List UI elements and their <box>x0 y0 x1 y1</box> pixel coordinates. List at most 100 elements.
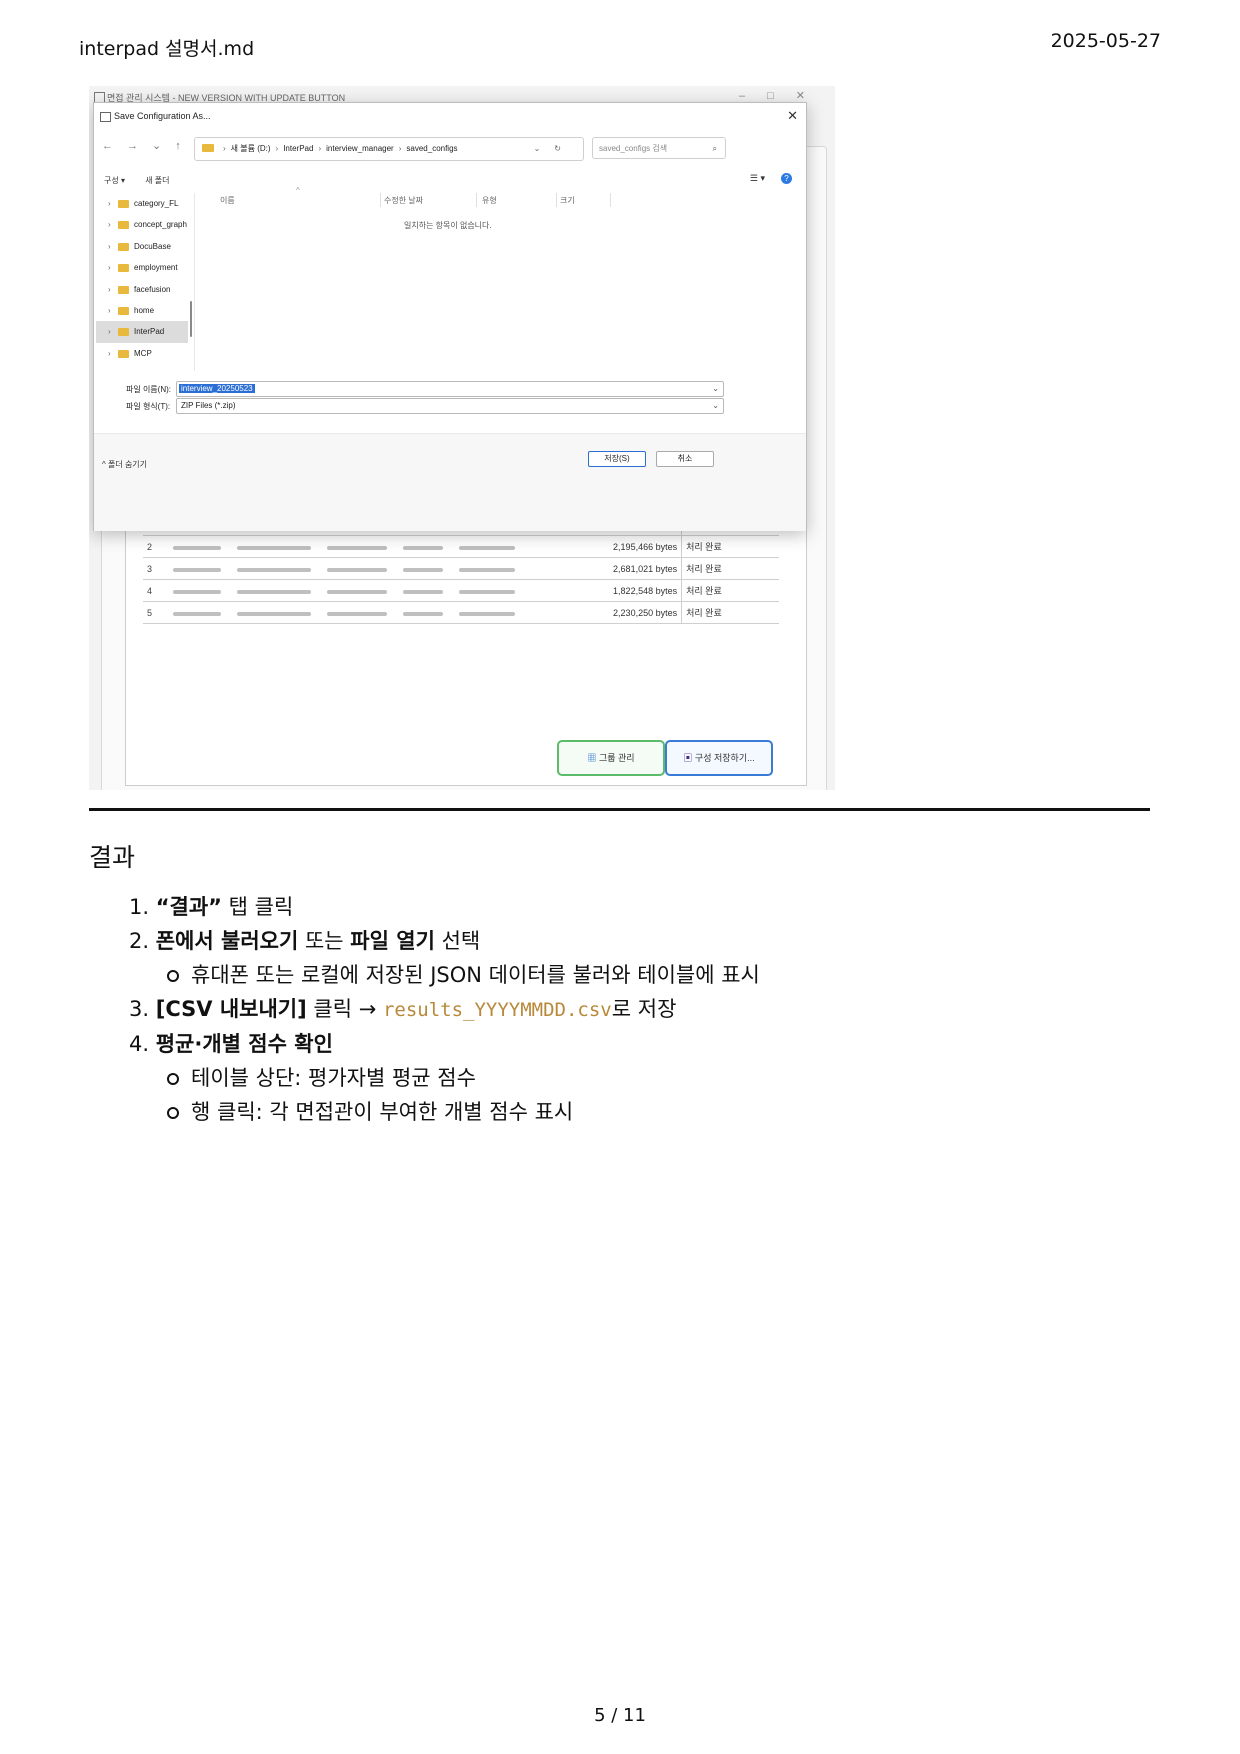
tree-item[interactable]: › concept_graph <box>96 214 188 235</box>
chevron-right-icon[interactable]: › <box>108 343 111 364</box>
filename-input[interactable]: interview_20250523 ⌄ <box>176 381 724 397</box>
cancel-button[interactable]: 취소 <box>656 451 714 467</box>
table-row[interactable]: 5 2,230,250 bytes 처리 완료 <box>143 601 779 624</box>
step-text: 선택 <box>434 929 481 953</box>
chart-icon: ▦ <box>587 753 597 763</box>
row-number: 2 <box>143 535 169 558</box>
bullet-icon <box>167 1107 179 1119</box>
table-row[interactable]: 4 1,822,548 bytes 처리 완료 <box>143 579 779 602</box>
col-type[interactable]: 유형 <box>482 195 497 206</box>
crumb-3[interactable]: saved_configs <box>406 144 457 153</box>
search-input[interactable]: saved_configs 검색 ⌕ <box>592 137 726 159</box>
hide-folders-label: 폴더 숨기기 <box>108 460 148 469</box>
list-item: 1. “결과” 탭 클릭 <box>89 890 1089 924</box>
list-item: 4. 평균·개별 점수 확인 테이블 상단: 평가자별 평균 점수 행 클릭: … <box>89 1027 1089 1129</box>
command-bar: 구성 ▾ 새 폴더 <box>104 175 188 186</box>
sub-text: 테이블 상단: 평가자별 평균 점수 <box>191 1066 476 1090</box>
col-divider <box>610 193 611 207</box>
help-icon[interactable]: ? <box>781 173 792 184</box>
step-text: 탭 클릭 <box>221 895 294 919</box>
chevron-right-icon[interactable]: › <box>108 236 111 257</box>
chevron-right-icon[interactable]: › <box>108 214 111 235</box>
dialog-icon <box>100 112 111 122</box>
organize-button[interactable]: 구성 ▾ <box>104 176 125 185</box>
chevron-down-icon[interactable]: ⌄ <box>712 399 719 413</box>
tree-item[interactable]: › InterPad <box>96 321 188 343</box>
sort-up-icon: ^ <box>296 186 300 195</box>
row-number: 3 <box>143 557 169 580</box>
document-title: interpad 설명서.md <box>79 38 255 60</box>
step-number: 4. <box>129 1032 150 1056</box>
crumb-0[interactable]: 새 볼륨 (D:) <box>231 144 271 153</box>
chevron-right-icon[interactable]: › <box>108 257 111 278</box>
close-icon[interactable]: ✕ <box>787 108 798 124</box>
chevron-down-icon[interactable]: ⌄ <box>712 382 719 396</box>
chevron-right-icon[interactable]: › <box>108 321 111 342</box>
step-text: 또는 <box>298 929 351 953</box>
dialog-titlebar: Save Configuration As... ✕ <box>94 103 806 129</box>
window-controls[interactable]: –□✕ <box>739 89 827 102</box>
folder-icon <box>118 264 129 273</box>
folder-icon <box>118 242 129 251</box>
status-cell: 처리 완료 <box>681 579 779 602</box>
tree-item[interactable]: › home <box>96 300 188 321</box>
step-bold: “결과” <box>155 895 222 919</box>
tree-item[interactable]: › DocuBase <box>96 236 188 257</box>
col-modified[interactable]: 수정한 날짜 <box>384 195 423 206</box>
address-bar[interactable]: › 새 볼륨 (D:) › InterPad › interview_manager › sa… <box>194 137 584 161</box>
tree-item-label: InterPad <box>134 327 165 337</box>
embedded-screenshot: 면접 관리 시스템 - NEW VERSION WITH UPDATE BUTT… <box>89 86 835 790</box>
step-bold: 평균·개별 점수 확인 <box>155 1032 333 1056</box>
filetype-value: ZIP Files (*.zip) <box>181 401 236 410</box>
dialog-footer <box>94 433 806 531</box>
folder-icon <box>118 306 129 315</box>
filetype-select[interactable]: ZIP Files (*.zip) ⌄ <box>176 398 724 414</box>
crumb-2[interactable]: interview_manager <box>326 144 394 153</box>
size-cell: 1,822,548 bytes <box>601 579 683 602</box>
chevron-up-icon: ^ <box>102 460 106 469</box>
save-button[interactable]: 저장(S) <box>588 451 646 467</box>
tree-scrollbar[interactable] <box>190 301 192 337</box>
row-number: 5 <box>143 601 169 624</box>
refresh-icon[interactable]: ⌄↻ <box>534 138 575 160</box>
chevron-right-icon[interactable]: › <box>108 193 111 214</box>
dialog-title: Save Configuration As... <box>114 111 211 121</box>
group-manage-button[interactable]: ▦ 그룹 관리 <box>557 740 665 776</box>
col-size[interactable]: 크기 <box>560 195 575 206</box>
crumb-1[interactable]: InterPad <box>283 144 313 153</box>
page-number: 5 / 11 <box>594 1705 646 1726</box>
tree-item-label: facefusion <box>134 284 171 294</box>
status-cell: 처리 완료 <box>681 557 779 580</box>
table-row[interactable]: 3 2,681,021 bytes 처리 완료 <box>143 557 779 580</box>
sub-item: 테이블 상단: 평가자별 평균 점수 <box>129 1061 1089 1095</box>
nav-arrows[interactable]: ←→⌄↑ <box>102 139 195 152</box>
tree-item[interactable]: › facefusion <box>96 279 188 300</box>
tree-item-label: employment <box>134 263 178 273</box>
table-row[interactable]: 2 2,195,466 bytes 처리 완료 <box>143 535 779 558</box>
col-name[interactable]: 이름 <box>220 195 235 206</box>
empty-message: 일치하는 항목이 없습니다. <box>404 221 492 230</box>
step-number: 3. <box>129 997 150 1021</box>
chevron-right-icon[interactable]: › <box>108 300 111 321</box>
chevron-right-icon[interactable]: › <box>108 279 111 300</box>
tree-item-label: MCP <box>134 348 152 358</box>
tree-item[interactable]: › employment <box>96 257 188 278</box>
new-folder-button[interactable]: 새 폴더 <box>145 176 169 185</box>
tree-item[interactable]: › MCP <box>96 343 188 364</box>
tree-item-label: home <box>134 305 155 315</box>
folder-icon <box>118 200 129 208</box>
status-cell: 처리 완료 <box>681 601 779 624</box>
save-dialog: Save Configuration As... ✕ ←→⌄↑ › 새 볼륨 (D… <box>93 102 807 531</box>
steps-list: 1. “결과” 탭 클릭 2. 폰에서 불러오기 또는 파일 열기 선택 휴대폰… <box>89 890 1089 1129</box>
step-bold: [CSV 내보내기] <box>155 997 307 1021</box>
hide-folders-toggle[interactable]: ^ 폴더 숨기기 <box>102 459 147 470</box>
section-heading: 결과 <box>89 843 136 872</box>
tree-item[interactable]: › category_FL <box>96 193 188 214</box>
blurred-cell <box>168 535 602 558</box>
save-config-button[interactable]: ▣ 구성 저장하기... <box>665 740 773 776</box>
folder-icon <box>202 144 214 152</box>
save-config-label: 구성 저장하기... <box>694 753 755 763</box>
filename-value: interview_20250523 <box>179 384 255 393</box>
view-options[interactable]: ☰ ▾? <box>750 173 792 184</box>
tree-item-label: concept_graph <box>134 220 187 230</box>
